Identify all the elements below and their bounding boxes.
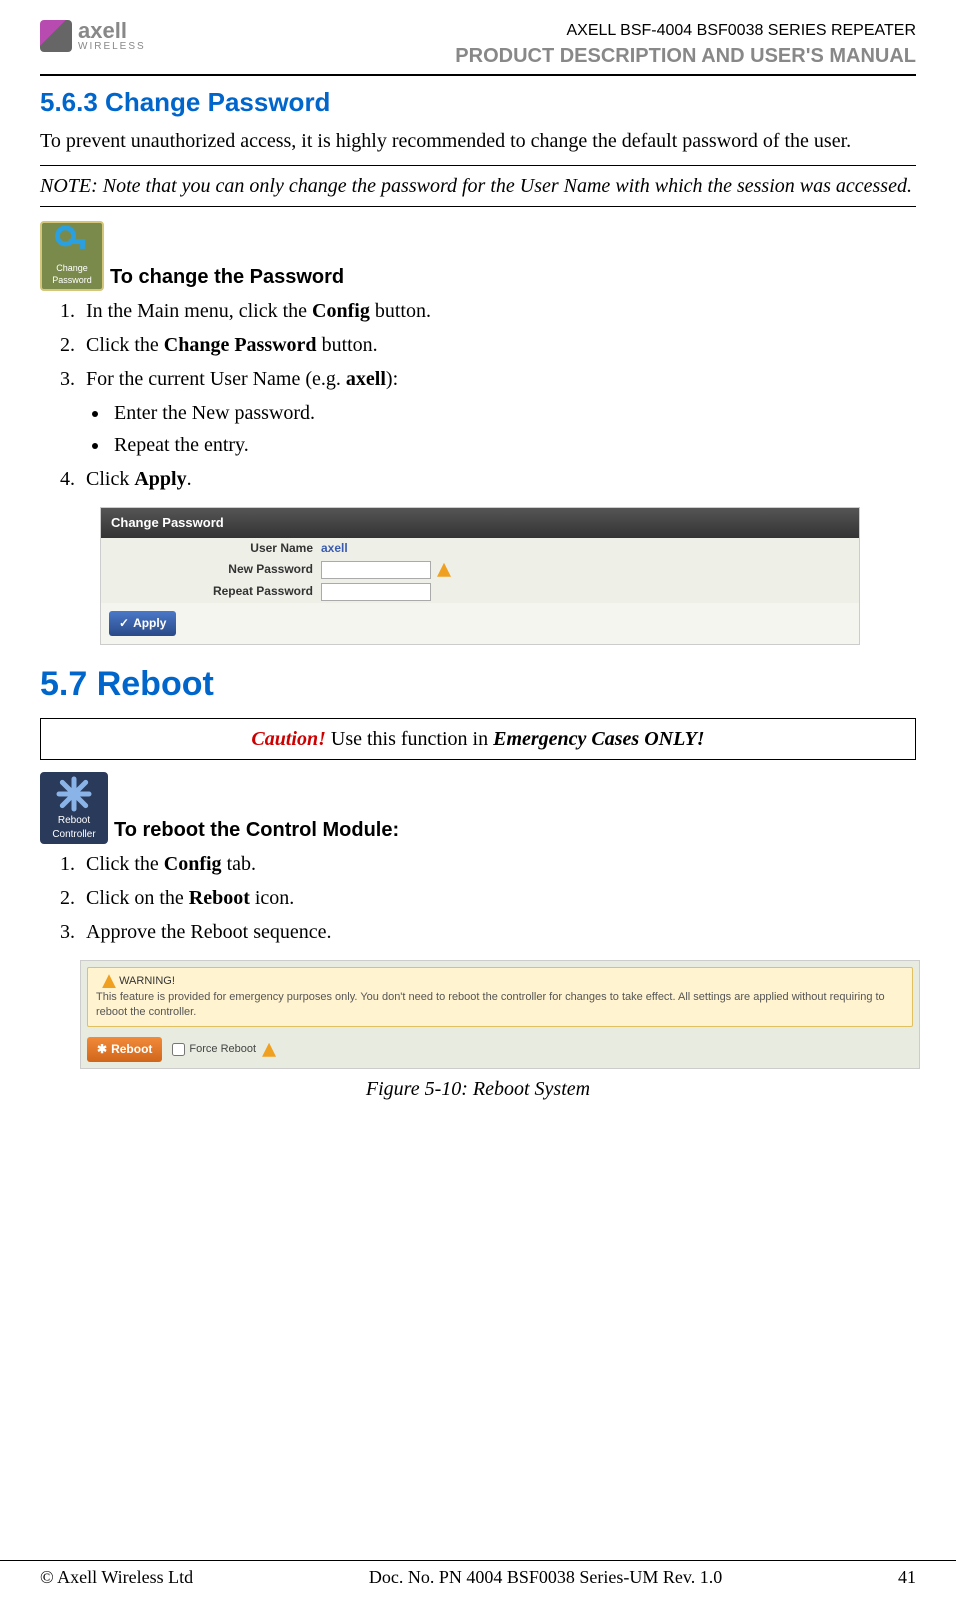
sub-bullets: Enter the New password. Repeat the entry… — [40, 399, 916, 459]
username-label: User Name — [101, 540, 321, 557]
logo: axell WIRELESS — [40, 20, 146, 52]
heading-57: 5.7 Reboot — [40, 661, 916, 709]
steps-57: Click the Config tab. Click on the Reboo… — [40, 850, 916, 946]
row-repeat-password: Repeat Password — [101, 581, 859, 603]
asterisk-icon — [53, 774, 95, 814]
force-reboot-label: Force Reboot — [189, 1042, 256, 1057]
step-57-3: Approve the Reboot sequence. — [80, 918, 916, 946]
warning-icon — [102, 974, 116, 988]
bullet-repeat: Repeat the entry. — [110, 431, 916, 459]
footer-center: Doc. No. PN 4004 BSF0038 Series-UM Rev. … — [369, 1565, 722, 1590]
reboot-label: To reboot the Control Module: — [114, 816, 399, 844]
caution-label: Caution! — [251, 728, 325, 750]
icon-text-top: Change — [56, 263, 88, 273]
warning-title: WARNING! — [119, 975, 175, 987]
intro-563: To prevent unauthorized access, it is hi… — [40, 127, 916, 155]
key-icon — [52, 223, 92, 262]
force-reboot-checkbox[interactable] — [172, 1043, 185, 1056]
new-password-label: New Password — [101, 561, 321, 578]
reboot-button[interactable]: Reboot — [87, 1037, 162, 1062]
reboot-actions: Reboot Force Reboot — [81, 1033, 919, 1068]
reboot-controller-icon: Reboot Controller — [40, 772, 108, 844]
warning-body: This feature is provided for emergency p… — [96, 991, 885, 1018]
warning-icon — [262, 1043, 276, 1057]
product-line: AXELL BSF-4004 BSF0038 SERIES REPEATER — [455, 20, 916, 42]
icon-text-bottom: Password — [52, 275, 92, 285]
reboot-panel: WARNING! This feature is provided for em… — [80, 960, 920, 1069]
change-password-label: To change the Password — [110, 263, 344, 291]
brand-sub: WIRELESS — [78, 42, 146, 52]
reboot-icon-text-bottom: Controller — [52, 829, 95, 840]
change-password-icon-block: Change Password To change the Password — [40, 221, 916, 291]
row-new-password: New Password — [101, 559, 859, 581]
page-footer: © Axell Wireless Ltd Doc. No. PN 4004 BS… — [0, 1560, 956, 1600]
step-57-1: Click the Config tab. — [80, 850, 916, 878]
steps-563: In the Main menu, click the Config butto… — [40, 297, 916, 393]
reboot-icon-text-top: Reboot — [58, 815, 90, 826]
step-3: For the current User Name (e.g. axell): — [80, 365, 916, 393]
step-57-2: Click on the Reboot icon. — [80, 884, 916, 912]
new-password-input[interactable] — [321, 561, 431, 579]
step-4: Click Apply. — [80, 465, 916, 493]
heading-563: 5.6.3 Change Password — [40, 84, 916, 120]
caution-box: Caution! Use this function in Emergency … — [40, 718, 916, 760]
apply-button[interactable]: Apply — [109, 611, 176, 636]
caution-em: Emergency Cases ONLY! — [493, 728, 704, 750]
brand-name: axell — [78, 20, 146, 42]
pw-panel-title: Change Password — [101, 508, 859, 538]
axell-logo-icon — [40, 20, 72, 52]
footer-right: 41 — [898, 1565, 916, 1590]
manual-title: PRODUCT DESCRIPTION AND USER'S MANUAL — [455, 42, 916, 70]
logo-text: axell WIRELESS — [78, 20, 146, 52]
repeat-password-input[interactable] — [321, 583, 431, 601]
page-header: axell WIRELESS AXELL BSF-4004 BSF0038 SE… — [40, 20, 916, 76]
steps-563b: Click Apply. — [40, 465, 916, 493]
bullet-enter-pw: Enter the New password. — [110, 399, 916, 427]
reboot-warning-box: WARNING! This feature is provided for em… — [87, 967, 913, 1027]
change-password-panel: Change Password User Name axell New Pass… — [100, 507, 860, 645]
repeat-password-label: Repeat Password — [101, 583, 321, 600]
step-2: Click the Change Password button. — [80, 331, 916, 359]
header-right: AXELL BSF-4004 BSF0038 SERIES REPEATER P… — [455, 20, 916, 70]
footer-left: © Axell Wireless Ltd — [40, 1565, 193, 1590]
row-username: User Name axell — [101, 538, 859, 559]
reboot-icon-block: Reboot Controller To reboot the Control M… — [40, 772, 916, 844]
step-1: In the Main menu, click the Config butto… — [80, 297, 916, 325]
note-block: NOTE: Note that you can only change the … — [40, 165, 916, 207]
change-password-icon: Change Password — [40, 221, 104, 291]
force-reboot-option[interactable]: Force Reboot — [172, 1042, 276, 1057]
figure-caption: Figure 5-10: Reboot System — [40, 1075, 916, 1103]
warning-icon — [437, 563, 451, 577]
username-value: axell — [321, 540, 348, 557]
